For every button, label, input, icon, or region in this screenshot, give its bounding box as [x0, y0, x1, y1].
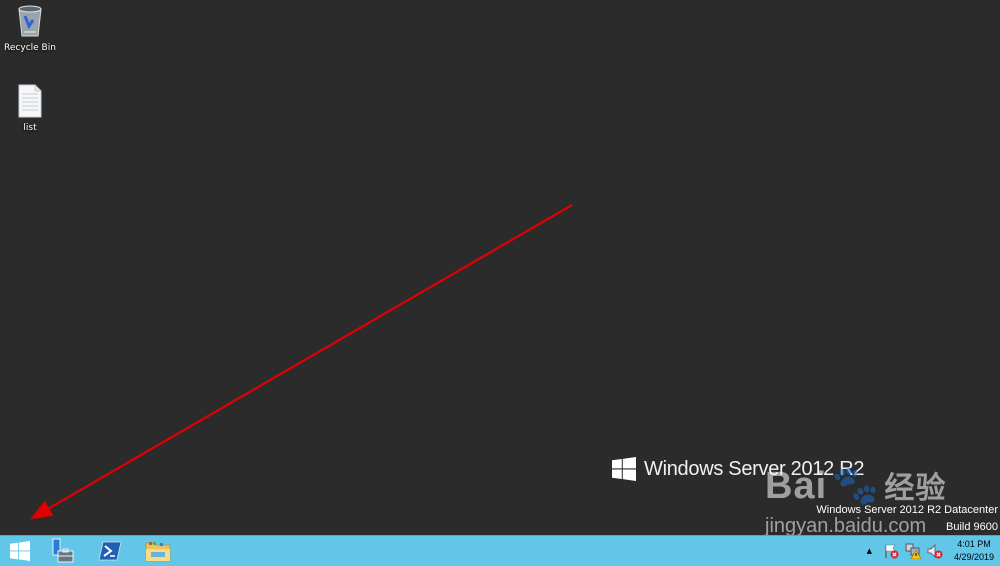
clock-date: 4/29/2019	[953, 552, 994, 562]
show-hidden-icons-button[interactable]: ▲	[867, 547, 872, 555]
windows-logo-icon	[10, 541, 30, 561]
list-file-desktop-icon[interactable]: list	[0, 84, 60, 133]
network-warning-icon[interactable]	[905, 543, 921, 559]
file-explorer-button[interactable]	[138, 536, 178, 566]
recycle-bin-desktop-icon[interactable]: Recycle Bin	[0, 4, 60, 53]
taskbar: ▲ 4:01 PM 4/29/2019	[0, 535, 1000, 566]
powershell-icon	[98, 541, 122, 561]
start-button[interactable]	[0, 536, 40, 566]
action-center-flag-icon[interactable]	[883, 543, 899, 559]
build-number: Build 9600	[946, 521, 998, 533]
list-file-label: list	[23, 123, 37, 133]
watermark-suffix: 经验	[884, 472, 947, 505]
folder-icon	[145, 542, 171, 562]
edition-info: Windows Server 2012 R2 Datacenter Build …	[816, 502, 998, 536]
speaker-muted-icon[interactable]	[927, 543, 943, 559]
windows-server-branding: Windows Server 2012 R2	[612, 457, 864, 481]
arrow-line	[30, 204, 573, 520]
powershell-button[interactable]	[90, 536, 130, 566]
server-manager-button[interactable]	[42, 536, 82, 566]
edition-name: Windows Server 2012 R2 Datacenter	[816, 504, 998, 516]
product-name: Windows Server 2012 R2	[644, 457, 865, 480]
clock[interactable]: 4:01 PM 4/29/2019	[954, 538, 994, 564]
recycle-bin-icon	[18, 5, 42, 37]
windows-logo-icon	[612, 457, 636, 481]
server-manager-icon	[52, 538, 74, 563]
clock-time: 4:01 PM	[957, 539, 991, 549]
system-tray: ▲ 4:01 PM 4/29/2019	[867, 536, 1000, 566]
text-file-icon	[18, 84, 42, 118]
recycle-bin-label: Recycle Bin	[4, 43, 56, 53]
